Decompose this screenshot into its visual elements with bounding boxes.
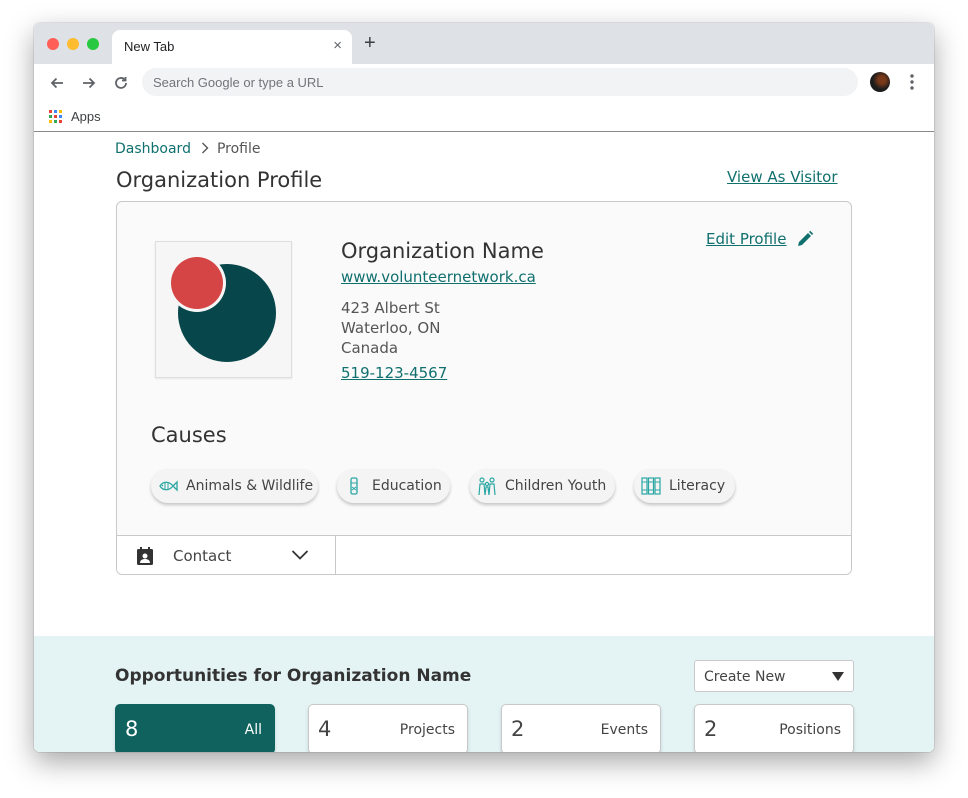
contact-row: Contact <box>117 535 851 574</box>
stat-card-projects[interactable]: 4 Projects <box>308 704 468 752</box>
address-line-3: Canada <box>341 339 399 357</box>
more-menu-icon[interactable] <box>904 71 920 97</box>
create-new-label: Create New <box>704 669 786 685</box>
page-content: Dashboard Profile Organization Profile V… <box>34 133 934 752</box>
stat-card-positions[interactable]: 2 Positions <box>694 704 854 752</box>
new-tab-button[interactable]: + <box>364 33 376 53</box>
cause-label: Literacy <box>669 478 726 494</box>
stat-count: 2 <box>704 717 718 741</box>
chevron-down-icon <box>291 550 309 560</box>
organization-logo <box>155 241 292 378</box>
maximize-window-button[interactable] <box>87 38 99 50</box>
contact-dropdown[interactable]: Contact <box>117 536 336 574</box>
breadcrumb-current: Profile <box>216 141 261 157</box>
profile-card: Organization Name www.volunteernetwork.c… <box>116 201 852 575</box>
bookmarks-bar: Apps <box>34 101 934 132</box>
organization-phone-link[interactable]: 519-123-4567 <box>341 364 447 382</box>
address-line-2: Waterloo, ON <box>341 319 441 337</box>
minimize-window-button[interactable] <box>67 38 79 50</box>
cause-chip-animals-wildlife[interactable]: Animals & Wildlife <box>151 469 318 503</box>
cause-chip-education[interactable]: Education <box>337 469 450 503</box>
stat-label: All <box>244 722 262 738</box>
cause-label: Children Youth <box>505 478 607 494</box>
browser-window: New Tab × + Apps <box>34 23 934 752</box>
address-line-1: 423 Albert St <box>341 299 440 317</box>
stat-label: Events <box>600 722 648 738</box>
stat-card-events[interactable]: 2 Events <box>501 704 661 752</box>
profile-avatar[interactable] <box>870 72 890 92</box>
contact-label: Contact <box>173 547 232 565</box>
forward-icon[interactable] <box>78 72 100 94</box>
page-title: Organization Profile <box>116 168 323 192</box>
causes-title: Causes <box>151 423 227 447</box>
stat-count: 8 <box>125 717 139 741</box>
reload-icon[interactable] <box>110 72 132 94</box>
apps-label: Apps <box>71 108 101 124</box>
books-icon <box>641 477 661 495</box>
edit-profile-button[interactable]: Edit Profile <box>706 230 814 248</box>
cause-chip-children-youth[interactable]: Children Youth <box>470 469 615 503</box>
organization-website-link[interactable]: www.volunteernetwork.ca <box>341 268 536 286</box>
organization-name: Organization Name <box>341 239 544 263</box>
view-as-visitor-link[interactable]: View As Visitor <box>727 168 838 186</box>
breadcrumb: Dashboard Profile <box>115 141 261 157</box>
education-icon <box>350 477 358 495</box>
caret-down-icon <box>832 672 844 681</box>
tab-title: New Tab <box>124 39 175 54</box>
address-bar[interactable] <box>142 68 858 96</box>
family-icon <box>478 477 496 496</box>
close-tab-icon[interactable]: × <box>333 37 342 54</box>
pencil-icon <box>798 230 814 246</box>
chevron-right-icon <box>201 142 209 157</box>
apps-shortcut[interactable]: Apps <box>49 106 101 126</box>
edit-profile-label: Edit Profile <box>706 230 787 248</box>
cause-chip-literacy[interactable]: Literacy <box>634 469 735 503</box>
stat-count: 4 <box>318 717 332 741</box>
tab-strip: New Tab × + <box>34 23 934 64</box>
close-window-button[interactable] <box>47 38 59 50</box>
browser-tab[interactable]: New Tab × <box>112 30 352 64</box>
cause-label: Animals & Wildlife <box>186 478 314 494</box>
stat-label: Positions <box>779 722 841 738</box>
back-icon[interactable] <box>46 72 68 94</box>
stat-count: 2 <box>511 717 525 741</box>
contact-card-icon <box>137 547 153 565</box>
fish-icon <box>159 480 178 492</box>
browser-toolbar <box>34 64 934 101</box>
opportunities-section: Opportunities for Organization Name Crea… <box>34 636 934 752</box>
address-input[interactable] <box>142 68 858 96</box>
opportunities-title: Opportunities for Organization Name <box>115 666 472 686</box>
breadcrumb-dashboard-link[interactable]: Dashboard <box>115 141 191 157</box>
apps-grid-icon <box>49 109 62 123</box>
stat-label: Projects <box>399 722 455 738</box>
cause-label: Education <box>372 478 442 494</box>
stat-card-all[interactable]: 8 All <box>115 704 275 752</box>
create-new-select[interactable]: Create New <box>694 660 854 692</box>
